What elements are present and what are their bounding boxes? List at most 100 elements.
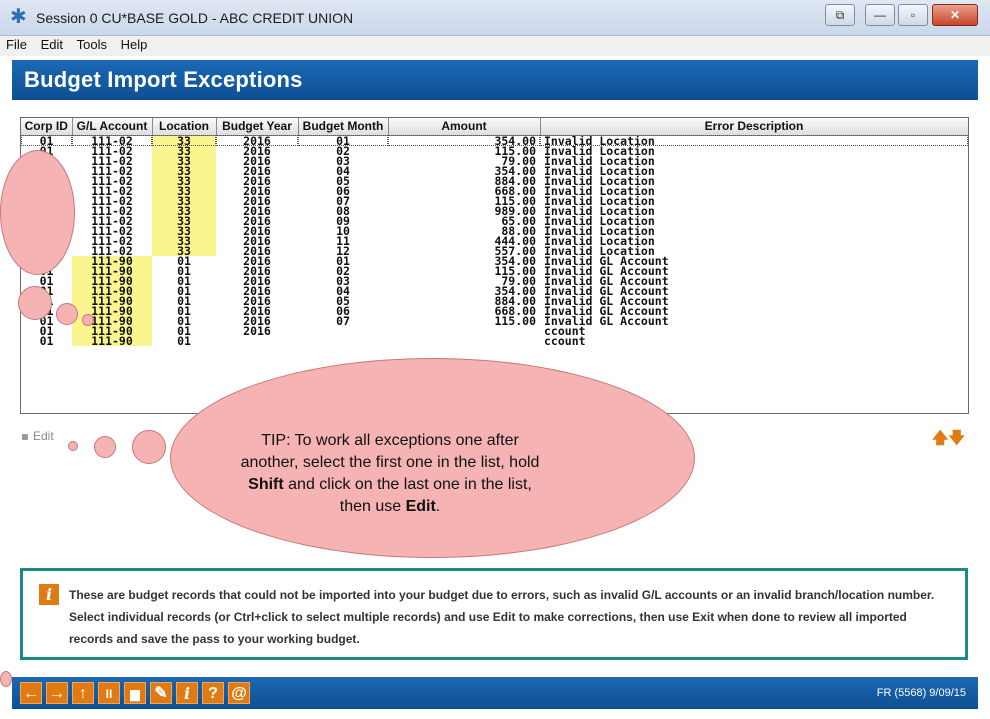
cell-budget-month: 06 <box>336 305 350 316</box>
cell-amount <box>388 326 540 336</box>
table-row[interactable]: 01111-0233201612557.00Invalid Location <box>21 245 968 256</box>
cell-budget-year: 2016 <box>243 165 271 176</box>
cell-amount: 354.00 <box>494 255 536 266</box>
cell-error-description: Invalid GL Account <box>544 315 669 326</box>
table-row[interactable]: 01111-0233201605884.00Invalid Location <box>21 175 968 186</box>
email-button[interactable]: @ <box>228 682 250 704</box>
page-header: Budget Import Exceptions <box>12 60 978 100</box>
cell-budget-month: 08 <box>336 205 350 216</box>
cell-location: 01 <box>177 315 191 326</box>
menu-edit[interactable]: Edit <box>35 36 67 52</box>
cell-budget-year: 2016 <box>243 255 271 266</box>
table-row[interactable]: 01 111-90 01 2016 ccount <box>21 325 968 336</box>
table-row[interactable]: 01111-9001201604354.00Invalid GL Account <box>21 285 968 296</box>
table-row[interactable]: 01 111-90 01 ccount <box>21 335 968 346</box>
table-row[interactable]: 01 111-02 33 2016 01 354.00 Invalid Location <box>21 135 968 146</box>
bullet-icon <box>22 433 28 440</box>
menu-file[interactable]: File <box>0 36 31 52</box>
column-header-location[interactable]: Location <box>152 118 217 136</box>
close-button[interactable]: ✕ <box>932 4 978 26</box>
up-arrow-button[interactable]: ↑ <box>72 682 94 704</box>
table-row[interactable]: 01111-0233201608989.00Invalid Location <box>21 205 968 216</box>
info-button[interactable]: i <box>176 682 198 704</box>
column-header-budget-year[interactable]: Budget Year <box>216 118 299 136</box>
cell-error-description: Invalid Location <box>544 195 655 206</box>
cell-location: 33 <box>152 175 216 186</box>
cell-gl-account: 111-90 <box>72 335 152 346</box>
cell-budget-month: 06 <box>336 185 350 196</box>
link-button[interactable]: ✎ <box>150 682 172 704</box>
table-row[interactable]: 01111-023320160379.00Invalid Location <box>21 155 968 166</box>
cell-amount: 557.00 <box>494 245 536 256</box>
menu-help[interactable]: Help <box>115 36 152 52</box>
cell-location: 01 <box>177 275 191 286</box>
pause-button[interactable]: II <box>98 682 120 704</box>
column-header-error-description[interactable]: Error Description <box>540 118 968 136</box>
cell-budget-month: 11 <box>336 235 350 246</box>
column-header-corp-id[interactable]: Corp ID <box>21 118 73 136</box>
help-button[interactable]: ? <box>202 682 224 704</box>
column-header-gl-account[interactable]: G/L Account <box>72 118 153 136</box>
cell-budget-month: 09 <box>336 215 350 226</box>
table-row[interactable]: 01111-9001201602115.00Invalid GL Account <box>21 265 968 276</box>
cell-location: 33 <box>152 145 216 156</box>
cell-corp-id: 01 <box>39 325 54 336</box>
table-row[interactable]: 01 111-90 01 2016 03 79.00 Invalid GL Account <box>21 275 968 286</box>
cell-gl-account: 111-90 <box>72 255 152 266</box>
cell-amount: 115.00 <box>494 145 536 156</box>
cell-budget-year: 2016 <box>243 155 271 166</box>
cloud-tail-bubble <box>56 303 78 325</box>
table-row[interactable]: 01111-0233201607115.00Invalid Location <box>21 195 968 206</box>
cell-budget-year: 2016 <box>243 175 271 186</box>
app-icon: ✱ <box>10 6 27 28</box>
table-row[interactable]: 01111-023320161088.00Invalid Location <box>21 225 968 236</box>
edit-action[interactable]: Edit <box>22 429 54 443</box>
cell-error-description: Invalid Location <box>544 185 655 196</box>
cell-gl-account: 111-90 <box>72 325 152 336</box>
cell-corp-id: 01 <box>39 335 54 346</box>
table-row[interactable]: 01 111-90 01 2016 07 115.00 Invalid GL Account <box>21 315 968 326</box>
table-row[interactable]: 01111-0233201611444.00Invalid Location <box>21 235 968 246</box>
cell-budget-year: 2016 <box>243 295 271 306</box>
menu-tools[interactable]: Tools <box>71 36 111 52</box>
table-row[interactable]: 01111-9001201606668.00Invalid GL Account <box>21 305 968 316</box>
column-header-budget-month[interactable]: Budget Month <box>298 118 389 136</box>
cell-location: 33 <box>152 235 216 246</box>
cell-budget-year: 2016 <box>243 225 271 236</box>
table-row[interactable]: 01 111-02 33 2016 02 115.00 Invalid Location <box>21 145 968 156</box>
cell-budget-month: 04 <box>336 165 350 176</box>
table-row[interactable]: 01111-9001201601354.00Invalid GL Account <box>21 255 968 266</box>
maximize-button[interactable]: ▫ <box>898 4 928 26</box>
window-restore-button[interactable]: ⧉ <box>825 4 855 26</box>
reorder-arrows[interactable]: 🡅🡇 <box>932 427 965 454</box>
table-row[interactable]: 01111-9001201605884.00Invalid GL Account <box>21 295 968 306</box>
back-arrow-button[interactable]: ← <box>20 682 42 704</box>
cell-amount: 668.00 <box>494 305 536 316</box>
cell-amount: 884.00 <box>494 175 536 186</box>
cell-location: 33 <box>152 185 216 196</box>
cell-corp-id: 01 <box>39 275 54 286</box>
minimize-button[interactable]: — <box>865 4 895 26</box>
table-row[interactable]: 01111-0233201606668.00Invalid Location <box>21 185 968 196</box>
cell-location: 01 <box>177 265 191 276</box>
cell-amount: 115.00 <box>494 265 536 276</box>
cell-budget-year: 2016 <box>243 245 271 256</box>
tip-text: TIP: To work all exceptions one after an… <box>240 432 540 515</box>
menu-bar: File Edit Tools Help <box>0 36 990 56</box>
cell-amount: 115.00 <box>494 195 536 206</box>
cell-budget-month: 02 <box>336 145 350 156</box>
table-row[interactable]: 01111-0233201604354.00Invalid Location <box>21 165 968 176</box>
cell-gl-account: 111-02 <box>91 145 133 156</box>
cell-amount: 668.00 <box>494 185 536 196</box>
cloud-tail-bubble <box>0 671 12 687</box>
cell-error-description: Invalid Location <box>544 235 655 246</box>
column-header-amount[interactable]: Amount <box>388 118 541 136</box>
cell-location: 33 <box>152 205 216 216</box>
table-row[interactable]: 01111-023320160965.00Invalid Location <box>21 215 968 226</box>
cell-budget-year: 2016 <box>243 235 271 246</box>
forward-arrow-button[interactable]: → <box>46 682 68 704</box>
cell-amount: 354.00 <box>388 135 540 146</box>
edit-label: Edit <box>33 429 54 443</box>
cloud-tail-bubble <box>68 441 78 451</box>
print-button[interactable]: ▆ <box>124 682 146 704</box>
